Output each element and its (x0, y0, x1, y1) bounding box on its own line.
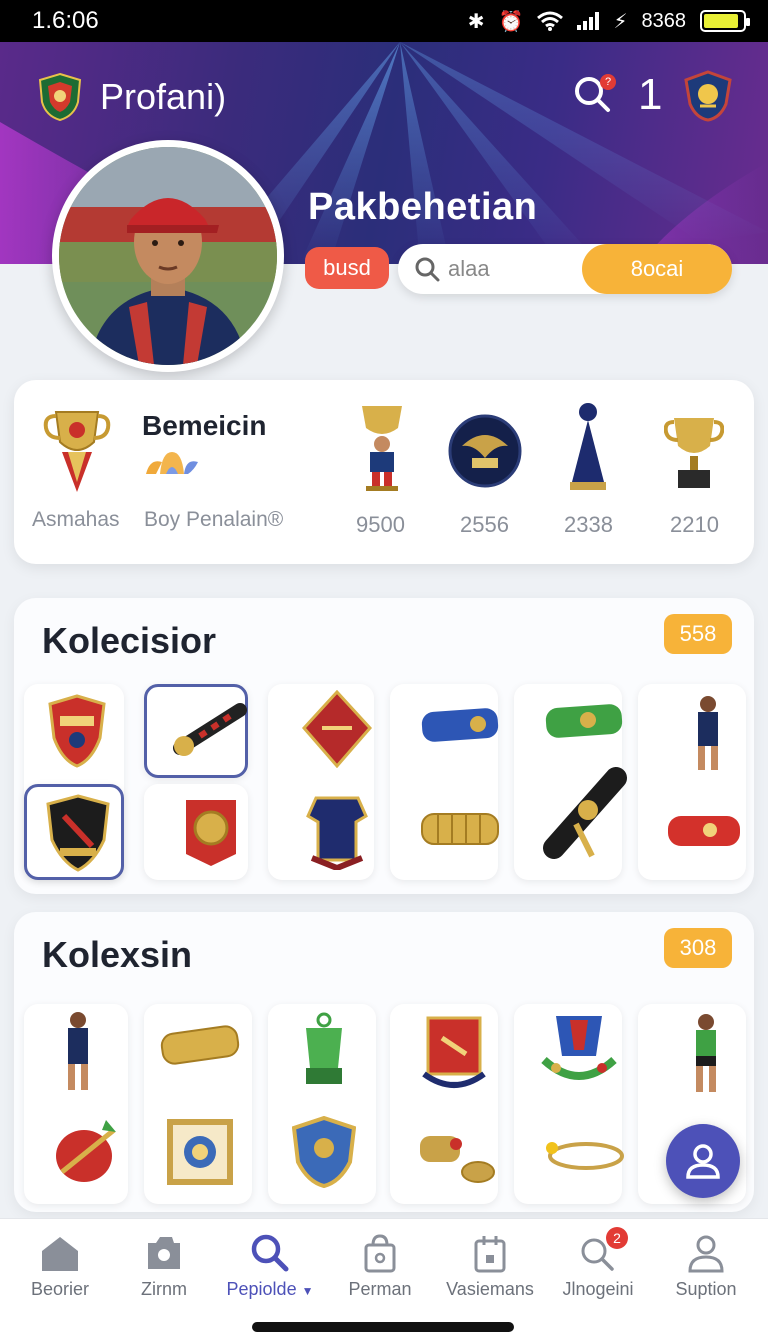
profile-search-bar: 8ocai (398, 244, 732, 294)
wifi-icon (537, 11, 564, 31)
battery-icon (700, 10, 750, 32)
red-scarf-icon (668, 816, 740, 846)
profile-fab-button[interactable] (666, 1124, 740, 1198)
lotus-icon (146, 452, 198, 474)
status-icons: ✱ ⏰ ⚡ 8368 (467, 9, 750, 34)
nav-item-search[interactable]: Pepiolde ▼ (216, 1233, 324, 1300)
nav-label: Zirnm (141, 1279, 187, 1299)
nav-label: Perman (348, 1279, 412, 1299)
navy-shirt-icon (306, 796, 368, 870)
black-shield-crest-icon (46, 794, 110, 872)
stats-card: Bemeicin Asmahas Boy Penalain® 9500 2556 (14, 380, 754, 564)
red-banner-icon (422, 1016, 486, 1088)
blue-cone-trophy-icon (570, 403, 606, 490)
green-player-figure-icon (696, 1014, 716, 1092)
trophy-value: 9500 (356, 512, 405, 537)
collection-section: Kolexsin 308 (14, 912, 754, 1212)
avatar[interactable] (52, 140, 284, 372)
nav-item-profile[interactable]: Suption (652, 1233, 760, 1300)
nav-label: Pepiolde ▼ (226, 1279, 314, 1299)
gold-scarf-icon (160, 1025, 240, 1065)
nav-item-camera[interactable]: Zirnm (110, 1233, 218, 1300)
gold-scarf-icon (421, 813, 499, 845)
nav-item-home[interactable]: Beorier (6, 1233, 114, 1300)
gold-bracelet-icon (546, 1142, 624, 1170)
gold-coins-icon (420, 1136, 495, 1183)
app-title: Profani) (100, 76, 227, 117)
green-lantern-cup-icon (306, 1012, 342, 1084)
person-icon (686, 1144, 720, 1179)
avatar-photo (59, 147, 277, 365)
trophy-value: 2338 (564, 512, 613, 537)
highlight-title: Bemeicin (142, 410, 267, 441)
battery-fill (704, 14, 739, 28)
collection-section: Kolecisior 558 (14, 598, 754, 894)
collection-title: Kolexsin (42, 934, 193, 975)
eagle-medal-icon (448, 414, 522, 488)
trophy-value: 2556 (460, 512, 509, 537)
highlight-trophy-icon (43, 411, 111, 492)
nav-label: Jlnogeini (562, 1279, 634, 1299)
green-scarf-icon (545, 704, 623, 738)
black-cannon-icon (173, 703, 247, 756)
nav-item-notifications[interactable]: 2 Jlnogeini (544, 1227, 652, 1300)
framed-medal-icon (167, 1119, 233, 1185)
highlight-label-right: Boy Penalain® (144, 508, 284, 531)
highlight-label-left: Asmahas (32, 508, 120, 531)
profile-tag-badge[interactable]: busd (305, 247, 389, 289)
nav-label: Beorier (30, 1279, 90, 1299)
notification-badge: 2 (606, 1227, 628, 1249)
team-crest-icon[interactable] (684, 70, 732, 122)
calendar-bag-icon (474, 1236, 506, 1273)
player-figure-icon (698, 696, 718, 770)
notification-badge: ? (600, 74, 616, 90)
search-button[interactable]: 8ocai (582, 244, 732, 294)
header-count: 1 (638, 70, 663, 119)
nav-label: Suption (675, 1279, 737, 1299)
blue-police-badge-icon (292, 1116, 356, 1188)
gold-cup-icon (664, 418, 724, 488)
profile-name: Pakbehetian (308, 186, 538, 228)
red-ball-icon (56, 1120, 116, 1182)
status-bar: 1.6:06 ✱ ⏰ ⚡ 8368 (0, 0, 768, 42)
collection-title: Kolecisior (42, 620, 217, 661)
bag-icon (364, 1234, 396, 1273)
flag-wreath-icon (541, 1016, 617, 1080)
search-icon (415, 257, 440, 282)
alarm-icon: ⏰ (498, 10, 524, 33)
nav-item-calendar[interactable]: Vasiemans (436, 1233, 544, 1300)
player-figure-trophy-icon (362, 406, 402, 491)
status-time: 1.6:06 (32, 7, 99, 34)
camera-icon (148, 1237, 180, 1269)
home-icon (42, 1237, 78, 1271)
trophy-value: 2210 (670, 512, 719, 537)
red-shield-crest-icon (48, 694, 106, 768)
signal-icon (577, 12, 600, 30)
blue-scarf-icon (421, 708, 499, 742)
collection-count-badge: 308 (664, 928, 732, 968)
search-icon (251, 1234, 289, 1272)
gold-medal-banner-icon (186, 800, 236, 866)
battery-text: 8368 (641, 9, 687, 32)
app-logo-icon (38, 72, 82, 122)
nav-item-bag[interactable]: Perman (326, 1233, 434, 1300)
player-figure-icon (68, 1012, 88, 1090)
bluetooth-icon: ✱ (467, 10, 485, 33)
home-indicator (252, 1322, 514, 1332)
black-scroll-icon (543, 767, 627, 859)
collection-count-badge: 558 (664, 614, 732, 654)
charging-icon: ⚡ (613, 10, 628, 33)
red-diamond-badge-icon (302, 690, 372, 768)
chevron-down-icon: ▼ (301, 1284, 314, 1298)
person-icon (688, 1235, 724, 1273)
nav-label: Vasiemans (446, 1279, 534, 1299)
